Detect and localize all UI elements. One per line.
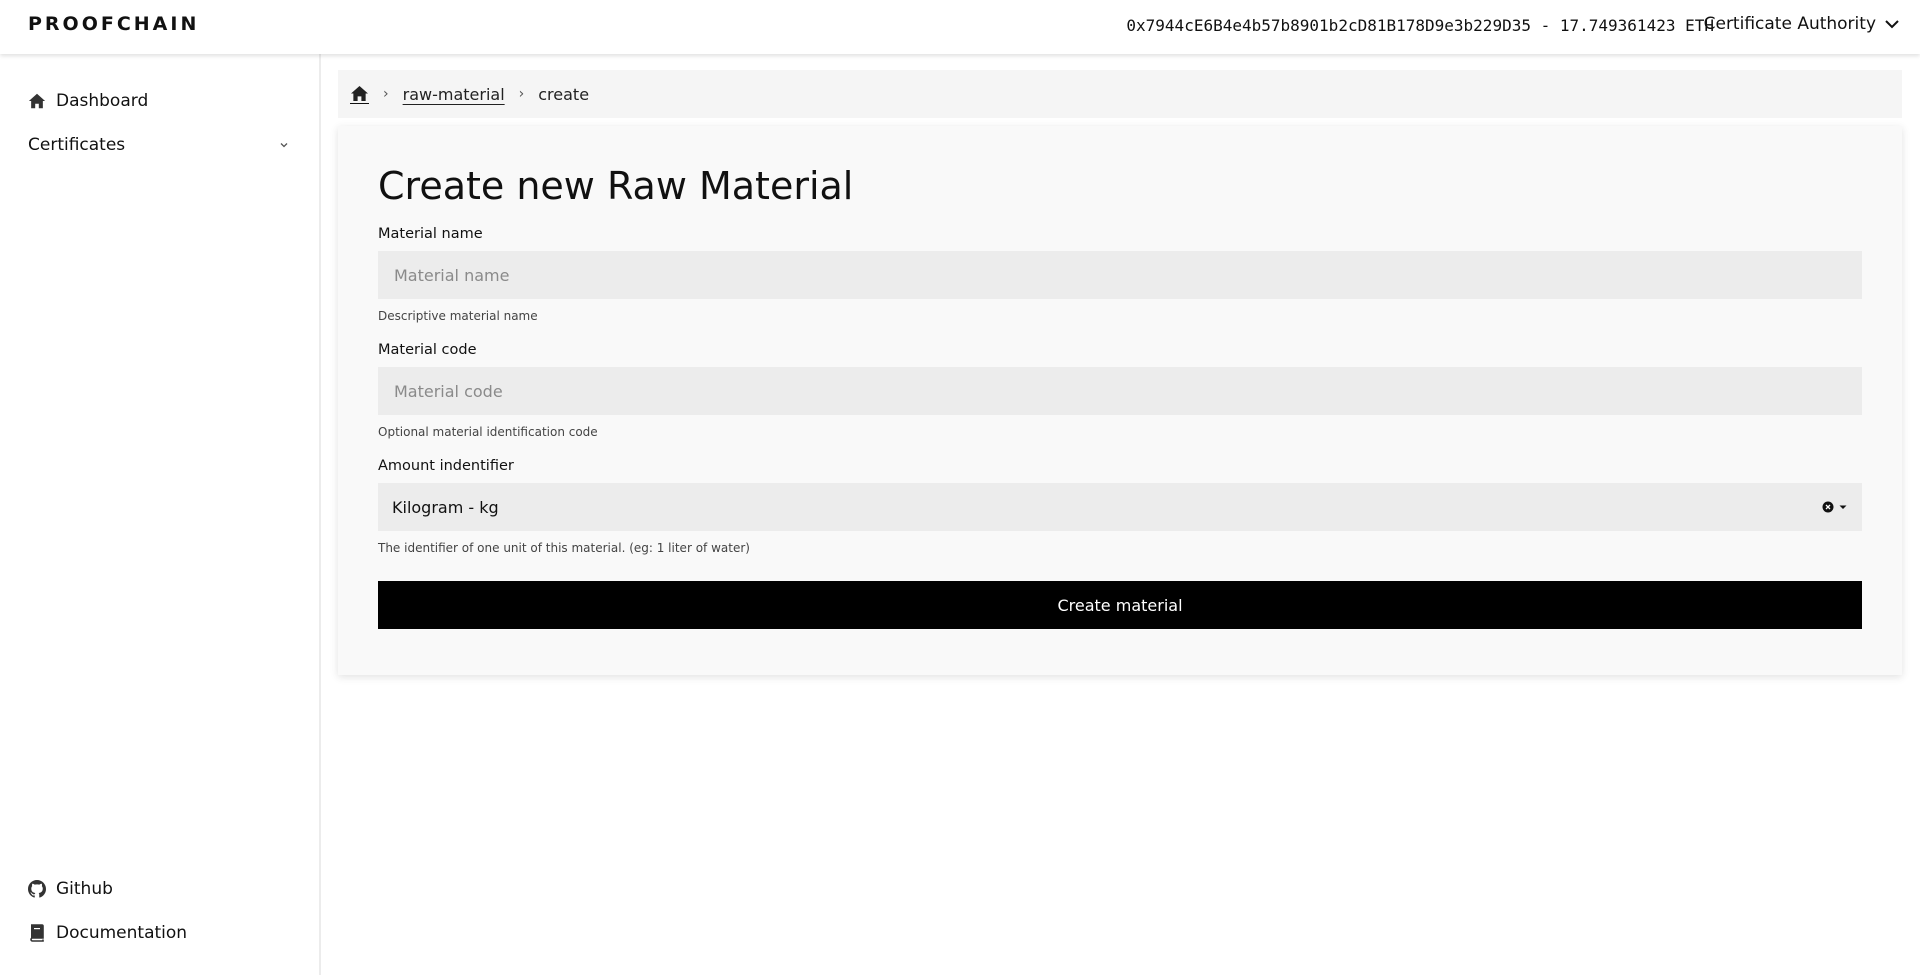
role-label: Certificate Authority bbox=[1703, 14, 1876, 34]
material-name-label: Material name bbox=[378, 226, 483, 242]
github-icon bbox=[28, 880, 46, 898]
material-code-input[interactable] bbox=[378, 367, 1862, 415]
sidebar-item-github[interactable]: Github bbox=[28, 879, 113, 899]
sidebar-item-certificates[interactable]: Certificates bbox=[28, 135, 290, 155]
chevron-down-icon bbox=[280, 143, 288, 148]
amount-identifier-value: Kilogram - kg bbox=[392, 497, 499, 517]
create-material-button[interactable]: Create material bbox=[378, 581, 1862, 629]
sidebar-item-documentation[interactable]: Documentation bbox=[28, 923, 187, 943]
home-icon bbox=[351, 85, 368, 101]
caret-down-icon bbox=[1839, 505, 1847, 509]
breadcrumb-separator: › bbox=[518, 86, 525, 102]
amount-identifier-help: The identifier of one unit of this mater… bbox=[378, 541, 750, 555]
sidebar-item-label: Documentation bbox=[56, 923, 188, 943]
breadcrumb-raw-material[interactable]: raw-material bbox=[403, 85, 505, 104]
amount-identifier-label: Amount indentifier bbox=[378, 458, 514, 474]
app-logo[interactable]: PROOFCHAIN bbox=[28, 13, 199, 35]
home-icon bbox=[28, 93, 46, 109]
create-material-card: Create new Raw Material Material name De… bbox=[338, 126, 1902, 675]
sidebar-item-label: Dashboard bbox=[56, 91, 149, 111]
sidebar: Dashboard Certificates Github Documentat… bbox=[0, 54, 321, 975]
breadcrumb-home[interactable] bbox=[350, 85, 369, 104]
breadcrumb-current: create bbox=[538, 84, 590, 104]
amount-identifier-select[interactable]: Kilogram - kg bbox=[378, 483, 1862, 531]
clear-icon[interactable] bbox=[1822, 501, 1834, 513]
material-name-input[interactable] bbox=[378, 251, 1862, 299]
material-name-help: Descriptive material name bbox=[378, 309, 538, 323]
sidebar-item-label: Github bbox=[56, 879, 113, 899]
chevron-down-icon bbox=[1885, 20, 1899, 29]
book-icon bbox=[30, 924, 44, 942]
role-dropdown[interactable]: Certificate Authority bbox=[1704, 14, 1900, 34]
top-bar: PROOFCHAIN 0x7944cE6B4e4b57b8901b2cD81B1… bbox=[0, 0, 1920, 54]
page-title: Create new Raw Material bbox=[378, 164, 854, 208]
breadcrumb-separator: › bbox=[383, 86, 389, 102]
breadcrumb: › raw-material › create bbox=[338, 70, 1902, 118]
material-code-label: Material code bbox=[378, 342, 477, 358]
sidebar-item-label: Certificates bbox=[28, 135, 126, 155]
wallet-address-balance: 0x7944cE6B4e4b57b8901b2cD81B178D9e3b229D… bbox=[1126, 16, 1714, 35]
sidebar-item-dashboard[interactable]: Dashboard bbox=[28, 91, 148, 111]
material-code-help: Optional material identification code bbox=[378, 425, 598, 439]
